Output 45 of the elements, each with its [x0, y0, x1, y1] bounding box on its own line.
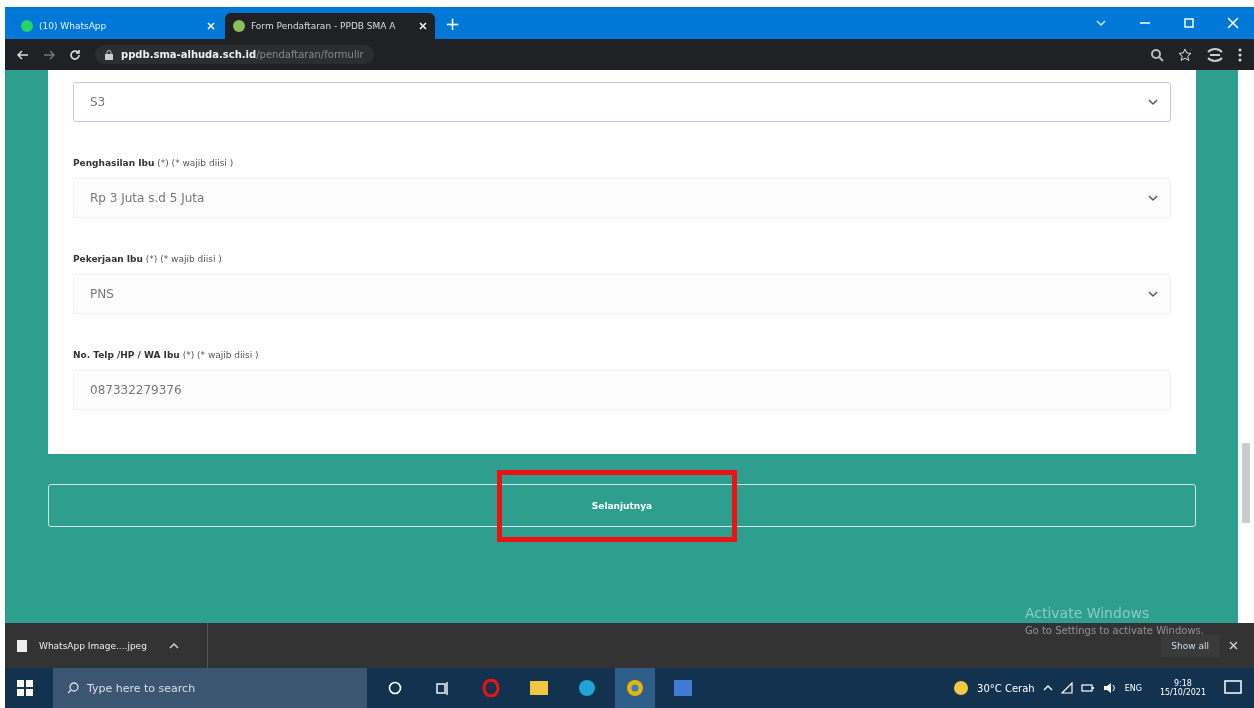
- forward-icon[interactable]: [43, 49, 55, 60]
- close-icon[interactable]: [1229, 641, 1238, 650]
- activation-text: Go to Settings to activate Windows.: [1024, 625, 1204, 636]
- scrollbar[interactable]: [1238, 70, 1254, 623]
- browser-tab[interactable]: (10) WhatsApp: [13, 13, 223, 39]
- circle-icon[interactable]: [388, 681, 402, 695]
- select-field[interactable]: S3: [73, 82, 1171, 122]
- lock-icon: [105, 49, 113, 60]
- task-view-icon[interactable]: [436, 681, 450, 695]
- browser-tab[interactable]: Form Pendaftaran - PPDB SMA A: [225, 13, 435, 39]
- select-field[interactable]: PNS: [73, 274, 1171, 314]
- chevron-down-icon: [1148, 290, 1158, 298]
- reload-icon[interactable]: [69, 48, 81, 61]
- extension-icon[interactable]: [1206, 46, 1224, 63]
- notification-icon[interactable]: [1224, 680, 1242, 696]
- menu-icon[interactable]: [1238, 47, 1242, 62]
- select-field[interactable]: Rp 3 Juta s.d 5 Juta: [73, 178, 1171, 218]
- next-button[interactable]: Selanjutnya: [48, 484, 1196, 527]
- back-icon[interactable]: [17, 49, 29, 60]
- weather-text[interactable]: 30°C Cerah: [977, 682, 1035, 694]
- show-all-button[interactable]: Show all: [1161, 634, 1219, 657]
- address-bar[interactable]: ppdb.sma-alhuda.sch.id/pendaftaran/formulir: [95, 45, 374, 64]
- network-icon[interactable]: [1060, 682, 1073, 694]
- file-icon: [17, 639, 27, 652]
- battery-icon[interactable]: [1080, 683, 1095, 693]
- windows-logo-icon[interactable]: [17, 680, 33, 696]
- site-icon: [233, 20, 245, 32]
- star-icon[interactable]: [1178, 47, 1192, 62]
- restore-icon[interactable]: [1182, 16, 1196, 30]
- activation-title: Activate Windows: [1024, 605, 1151, 621]
- search-icon: [67, 682, 79, 694]
- search-icon[interactable]: [1150, 47, 1164, 62]
- input-field[interactable]: 087332279376: [73, 370, 1171, 410]
- caret-up-icon[interactable]: [168, 642, 179, 649]
- taskbar-search-field[interactable]: Type here to search: [53, 668, 367, 708]
- field-label: No. Telp /HP / WA Ibu (*) (* wajib diisi ): [73, 350, 260, 360]
- speaker-icon[interactable]: [1102, 682, 1117, 694]
- field-label: Pekerjaan Ibu (*) (* wajib diisi ): [73, 254, 223, 264]
- new-tab-button[interactable]: +: [445, 12, 461, 34]
- chevron-down-icon: [1148, 194, 1158, 202]
- field-label: Penghasilan Ibu (*) (* wajib diisi ): [73, 158, 235, 168]
- chevron-down-icon: [1148, 98, 1158, 106]
- site-icon: [21, 20, 33, 32]
- language-indicator[interactable]: ENG: [1124, 683, 1142, 693]
- clock[interactable]: 9:18 15/10/2021: [1159, 679, 1206, 697]
